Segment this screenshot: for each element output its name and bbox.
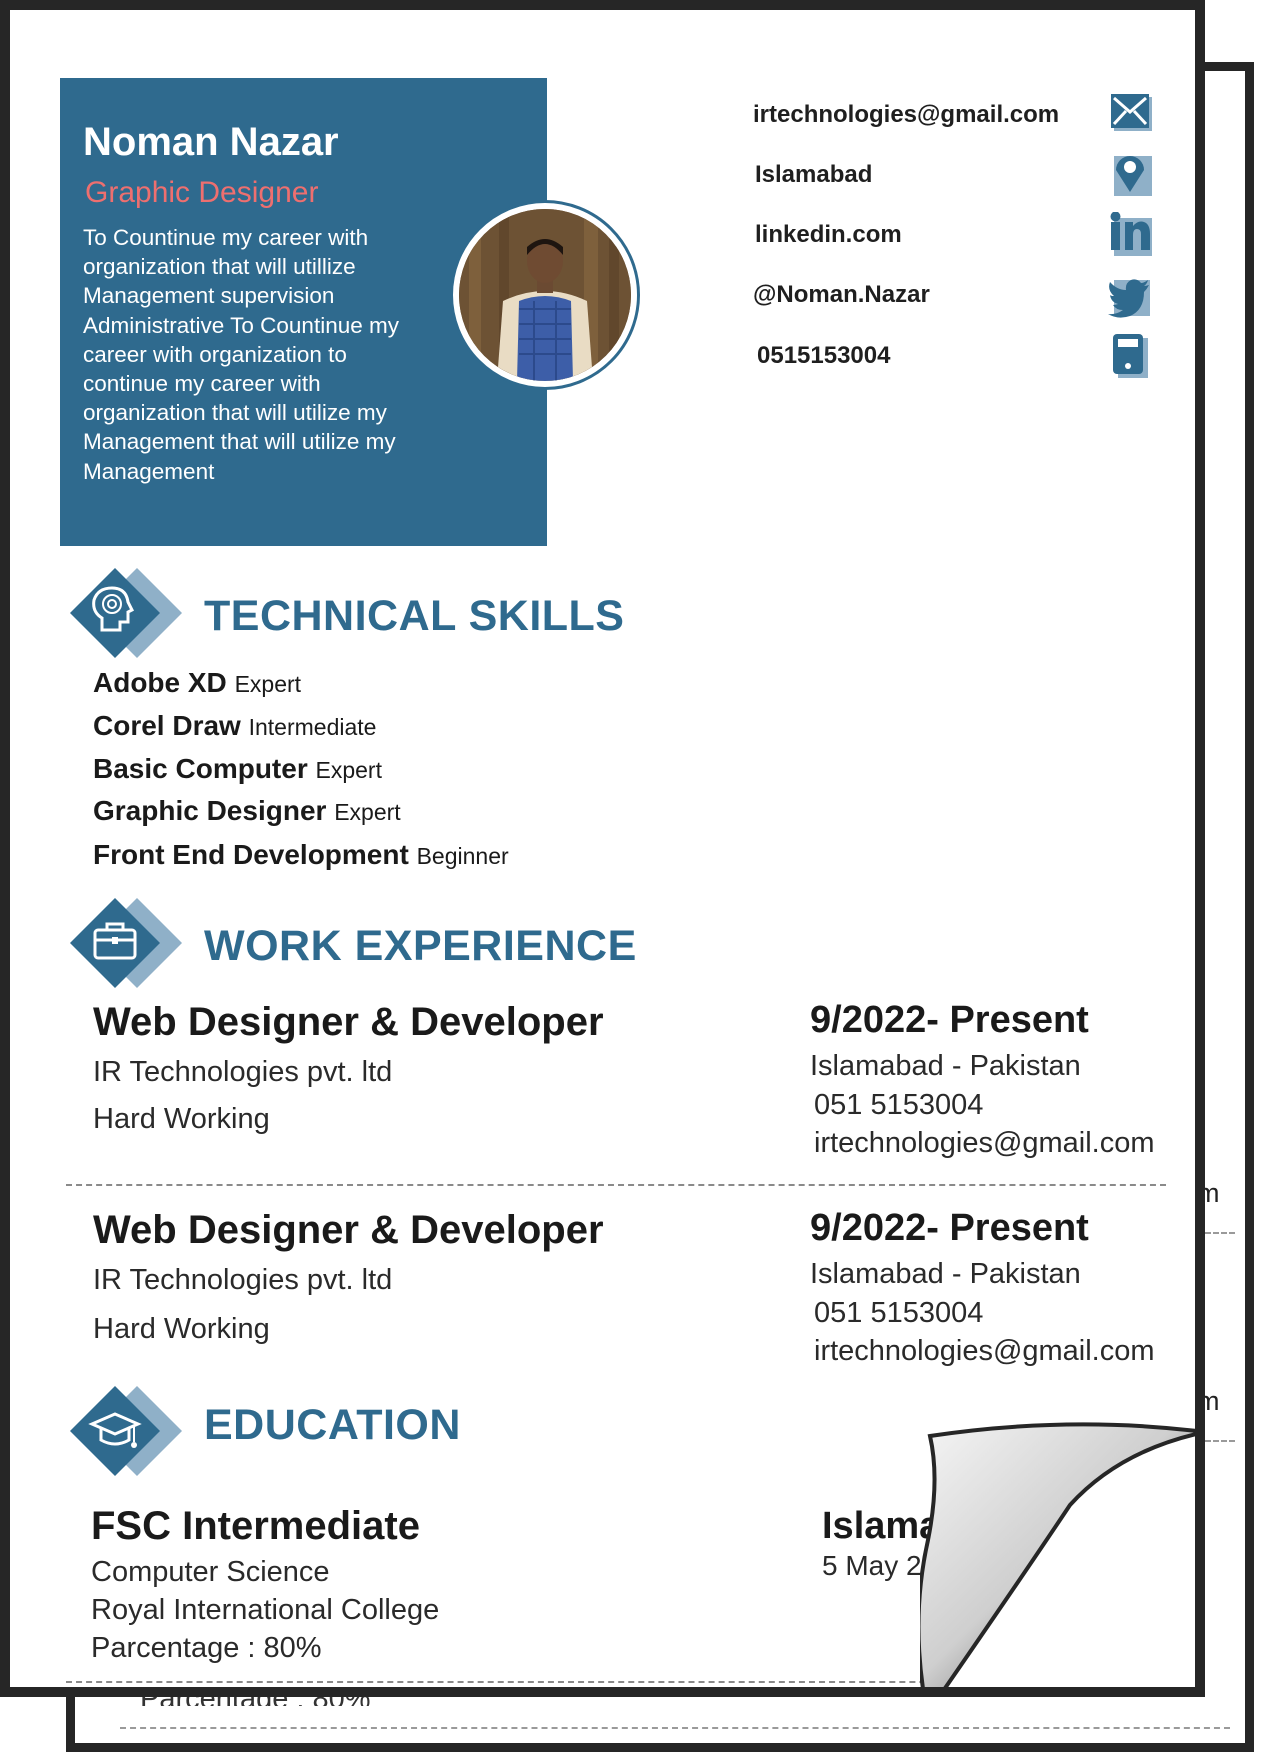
skill-name: Basic Computer	[93, 753, 308, 784]
skill-level: Intermediate	[248, 714, 377, 740]
skill-item: Basic Computer Expert	[93, 753, 382, 785]
contact-linkedin[interactable]: linkedin.com	[755, 221, 902, 249]
education-college: Royal International College	[91, 1594, 440, 1626]
page-curl	[916, 1420, 1195, 1687]
job-company: IR Technologies pvt. ltd	[93, 1056, 393, 1088]
back-page-divider	[1205, 1232, 1235, 1234]
location-pin-icon	[1108, 152, 1154, 198]
skill-name: Adobe XD	[93, 667, 227, 698]
avatar	[459, 209, 631, 381]
education-head-icon	[68, 1384, 186, 1484]
job-location: Islamabad - Pakistan	[810, 1258, 1081, 1290]
education-degree: FSC Intermediate	[91, 1504, 420, 1548]
skill-item: Graphic Designer Expert	[93, 795, 401, 827]
contact-location: Islamabad	[755, 161, 873, 188]
section-divider	[66, 1184, 1166, 1186]
job-trait: Hard Working	[93, 1103, 270, 1135]
skill-level: Expert	[234, 671, 302, 697]
section-title-skills: TECHNICAL SKILLS	[204, 592, 625, 640]
mail-icon	[1110, 92, 1156, 138]
education-percentage: Parcentage : 80%	[91, 1632, 322, 1664]
profile-summary: To Countinue my career with organization…	[83, 225, 399, 484]
job-phone: 051 5153004	[814, 1089, 984, 1121]
skill-item: Corel Draw Intermediate	[93, 710, 376, 742]
education-field: Computer Science	[91, 1556, 330, 1588]
job-email: irtechnologies@gmail.com	[814, 1335, 1155, 1367]
section-title-work: WORK EXPERIENCE	[204, 922, 637, 970]
job-date: 9/2022- Present	[810, 999, 1089, 1041]
work-head-icon	[68, 896, 186, 996]
skill-level: Expert	[315, 757, 382, 783]
job-company: IR Technologies pvt. ltd	[93, 1264, 393, 1296]
profile-name: Noman Nazar	[83, 120, 339, 164]
skill-name: Graphic Designer	[93, 795, 327, 826]
phone-icon	[1108, 332, 1154, 378]
contact-phone[interactable]: 0515153004	[757, 342, 890, 370]
linkedin-icon	[1108, 211, 1154, 258]
job-date: 9/2022- Present	[810, 1207, 1089, 1249]
twitter-icon	[1106, 272, 1152, 318]
resume-page: Noman Nazar Graphic Designer To Countinu…	[0, 0, 1205, 1697]
back-page-divider	[120, 1727, 1230, 1729]
job-title: Web Designer & Developer	[93, 1000, 604, 1044]
job-location: Islamabad - Pakistan	[810, 1050, 1081, 1082]
back-page-divider	[1205, 1440, 1235, 1442]
job-phone: 051 5153004	[814, 1297, 984, 1329]
contact-email[interactable]: irtechnologies@gmail.com	[753, 101, 1059, 129]
skill-name: Front End Development	[93, 839, 409, 870]
section-title-education: EDUCATION	[204, 1401, 461, 1449]
skill-item: Front End Development Beginner	[93, 839, 509, 871]
skill-item: Adobe XD Expert	[93, 667, 301, 699]
skills-head-icon	[68, 566, 186, 666]
skill-level: Beginner	[416, 843, 509, 869]
job-trait: Hard Working	[93, 1313, 270, 1345]
job-email: irtechnologies@gmail.com	[814, 1127, 1155, 1159]
profile-role: Graphic Designer	[85, 176, 319, 209]
skill-name: Corel Draw	[93, 710, 241, 741]
contact-twitter[interactable]: @Noman.Nazar	[753, 281, 930, 309]
skill-level: Expert	[334, 799, 401, 825]
section-divider	[66, 1681, 1066, 1683]
job-title: Web Designer & Developer	[93, 1208, 604, 1252]
